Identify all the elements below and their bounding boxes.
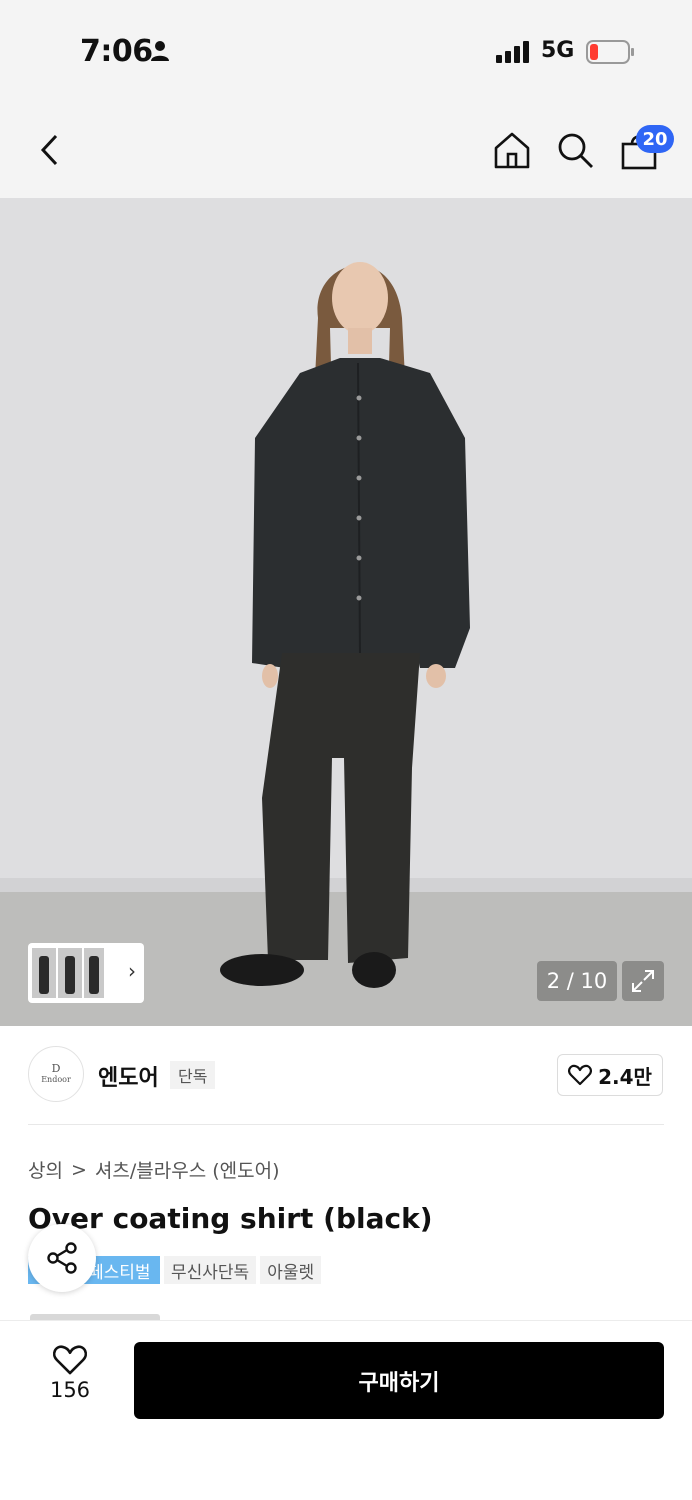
breadcrumb-item[interactable]: 상의 xyxy=(28,1156,63,1183)
cart-count-badge: 20 xyxy=(636,125,674,153)
search-icon xyxy=(558,133,593,168)
battery-icon xyxy=(586,40,634,64)
top-nav xyxy=(0,100,692,198)
heart-icon xyxy=(568,1064,592,1086)
brand-like-count: 2.4만 xyxy=(598,1064,652,1089)
rating-row-partial xyxy=(30,1312,170,1320)
thumbnail-figure xyxy=(89,956,99,994)
status-bar: 7:06 5G xyxy=(0,0,692,100)
network-type: 5G xyxy=(541,38,575,63)
status-time: 7:06 xyxy=(80,34,153,69)
thumbnail-strip[interactable]: › xyxy=(28,943,144,1003)
brand-like-button[interactable]: 2.4만 xyxy=(557,1054,663,1096)
signal-icon xyxy=(496,41,529,63)
musinsa-exclusive-tag[interactable]: 무신사단독 xyxy=(164,1256,257,1284)
share-button[interactable] xyxy=(28,1224,96,1292)
wishlist-count: 156 xyxy=(49,1378,91,1402)
expand-icon xyxy=(632,970,654,992)
brand-logo[interactable]: D Endoor xyxy=(28,1046,84,1102)
wishlist-button[interactable]: 156 xyxy=(38,1344,102,1416)
product-image[interactable] xyxy=(0,198,692,1026)
home-button[interactable] xyxy=(490,128,534,172)
person-icon xyxy=(151,41,169,61)
back-button[interactable] xyxy=(28,128,72,172)
breadcrumb-separator: > xyxy=(70,1158,87,1181)
outlet-tag[interactable]: 아울렛 xyxy=(260,1256,322,1284)
thumbnail-figure xyxy=(39,956,49,994)
product-title: Over coating shirt (black) xyxy=(28,1202,433,1235)
brand-name[interactable]: 엔도어 xyxy=(98,1060,159,1092)
chevron-right-icon: › xyxy=(128,959,136,983)
divider xyxy=(28,1124,664,1125)
brand-logo-word: Endoor xyxy=(41,1075,71,1084)
breadcrumb: 상의 > 셔츠/블라우스 (엔도어) xyxy=(28,1156,279,1183)
buy-button[interactable]: 구매하기 xyxy=(134,1342,664,1419)
share-icon xyxy=(47,1242,77,1274)
expand-button[interactable] xyxy=(622,961,664,1001)
model-photo xyxy=(0,198,692,1026)
thumbnail-figure xyxy=(65,956,75,994)
thumbnail[interactable] xyxy=(84,948,104,998)
image-counter: 2 / 10 xyxy=(537,961,617,1001)
exclusive-tag: 단독 xyxy=(170,1061,216,1089)
breadcrumb-item[interactable]: 셔츠/블라우스 (엔도어) xyxy=(95,1156,280,1183)
heart-icon xyxy=(52,1345,88,1375)
thumbnail[interactable] xyxy=(58,948,82,998)
back-icon xyxy=(40,134,58,166)
search-button[interactable] xyxy=(553,128,597,172)
brand-logo-mark: D xyxy=(51,1062,61,1075)
home-icon xyxy=(494,132,530,169)
thumbnail[interactable] xyxy=(32,948,56,998)
